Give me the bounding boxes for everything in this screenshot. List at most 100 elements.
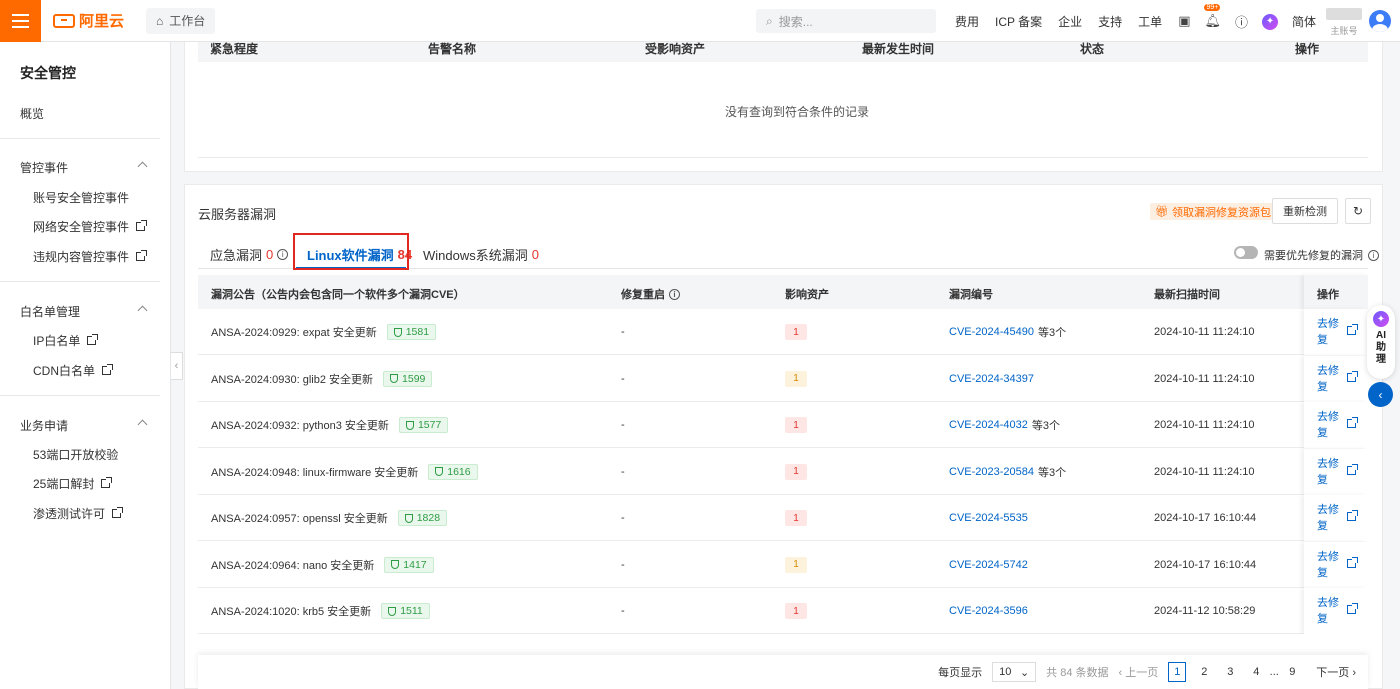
- next-page-button[interactable]: 下一页 ›: [1316, 664, 1356, 680]
- priority-toggle-label: 需要优先修复的漏洞 i: [1264, 247, 1379, 263]
- tab-windows-vuln[interactable]: Windows系统漏洞 0: [423, 245, 539, 264]
- notice-text[interactable]: ANSA-2024:0930: glib2 安全更新: [211, 371, 373, 387]
- nav-link-enterprise[interactable]: 企业: [1058, 13, 1082, 30]
- col-action: 操作: [1295, 42, 1320, 56]
- menu-icon[interactable]: [0, 0, 41, 42]
- asset-count-badge[interactable]: 1: [785, 417, 807, 433]
- cve-link[interactable]: CVE-2023-20584: [949, 466, 1034, 478]
- sidebar-group-whitelist[interactable]: 白名单管理: [20, 303, 150, 320]
- notice-text[interactable]: ANSA-2024:0964: nano 安全更新: [211, 557, 374, 573]
- help-icon[interactable]: ⓘ: [1235, 12, 1248, 31]
- sidebar-item-pentest[interactable]: 渗透测试许可: [33, 505, 124, 522]
- notice-text[interactable]: ANSA-2024:1020: krb5 安全更新: [211, 603, 371, 619]
- cve-link[interactable]: CVE-2024-5535: [949, 512, 1028, 524]
- notice-text[interactable]: ANSA-2024:0932: python3 安全更新: [211, 417, 389, 433]
- cve-link[interactable]: CVE-2024-5742: [949, 559, 1028, 571]
- sidebar-item-account-events[interactable]: 账号安全管控事件: [33, 189, 129, 206]
- priority-toggle[interactable]: [1234, 246, 1258, 259]
- page-ellipsis[interactable]: ...: [1266, 666, 1282, 678]
- tab-emergency-vuln[interactable]: 应急漏洞 0 i: [210, 245, 289, 264]
- fix-link[interactable]: 去修复: [1317, 502, 1339, 534]
- info-icon[interactable]: i: [669, 288, 680, 300]
- sidebar-item-network-events[interactable]: 网络安全管控事件: [33, 218, 148, 235]
- external-link-icon[interactable]: [1347, 324, 1358, 335]
- notice-cell: ANSA-2024:0929: expat 安全更新 1581: [211, 309, 437, 355]
- sidebar-item-port25[interactable]: 25端口解封: [33, 475, 113, 492]
- fix-link[interactable]: 去修复: [1317, 456, 1339, 488]
- chevron-left-icon: ‹: [1378, 387, 1383, 402]
- sidebar-item-cdn-whitelist[interactable]: CDN白名单: [33, 362, 113, 379]
- shield-icon: [435, 467, 444, 476]
- sidebar: 安全管控 概览 管控事件 账号安全管控事件 网络安全管控事件 违规内容管控事件 …: [0, 42, 171, 689]
- recheck-button[interactable]: 重新检测: [1272, 198, 1338, 224]
- sidebar-item-port53[interactable]: 53端口开放校验: [33, 446, 118, 463]
- terminal-icon[interactable]: ▣: [1178, 13, 1190, 29]
- cve-more[interactable]: 等3个: [1032, 417, 1060, 433]
- info-icon[interactable]: i: [1368, 249, 1379, 261]
- ai-collapse-button[interactable]: ‹: [1368, 382, 1393, 407]
- nav-link-ticket[interactable]: 工单: [1138, 13, 1162, 30]
- asset-count-badge[interactable]: 1: [785, 463, 807, 480]
- ai-star-icon[interactable]: ✦: [1262, 12, 1279, 30]
- cve-link[interactable]: CVE-2024-4032: [949, 419, 1028, 431]
- action-cell: 去修复: [1304, 309, 1368, 355]
- asset-count-badge[interactable]: 1: [785, 324, 807, 340]
- notice-text[interactable]: ANSA-2024:0929: expat 安全更新: [211, 324, 377, 340]
- ai-assistant-float[interactable]: ✦ AI助理: [1367, 305, 1395, 379]
- nav-link-support[interactable]: 支持: [1098, 13, 1122, 30]
- page-size-select[interactable]: 10 ⌄: [992, 662, 1037, 682]
- page-1[interactable]: 1: [1168, 662, 1187, 682]
- sidebar-item-overview[interactable]: 概览: [20, 105, 44, 122]
- refresh-button[interactable]: ↻: [1345, 198, 1371, 224]
- external-link-icon[interactable]: [1347, 417, 1358, 428]
- notice-text[interactable]: ANSA-2024:0948: linux-firmware 安全更新: [211, 464, 418, 480]
- page-3[interactable]: 3: [1222, 666, 1238, 678]
- cve-link[interactable]: CVE-2024-3596: [949, 605, 1028, 617]
- restart-cell: -: [621, 558, 625, 571]
- fix-link[interactable]: 去修复: [1317, 409, 1339, 441]
- external-link-icon[interactable]: [1347, 463, 1358, 475]
- workbench-button[interactable]: ⌂ 工作台: [146, 7, 216, 34]
- cve-more[interactable]: 等3个: [1038, 324, 1066, 340]
- cve-more[interactable]: 等3个: [1038, 464, 1066, 480]
- notice-text[interactable]: ANSA-2024:0957: openssl 安全更新: [211, 510, 388, 526]
- sidebar-collapse-toggle[interactable]: ‹: [171, 352, 183, 380]
- asset-count-badge[interactable]: 1: [785, 370, 807, 387]
- avatar[interactable]: [1369, 10, 1391, 32]
- col-alert-name: 告警名称: [428, 42, 477, 56]
- external-link-icon[interactable]: [1347, 370, 1358, 382]
- info-icon[interactable]: i: [277, 249, 289, 260]
- cve-link[interactable]: CVE-2024-34397: [949, 373, 1034, 385]
- promo-link[interactable]: 🎁︎ 领取漏洞修复资源包: [1150, 203, 1276, 220]
- external-link-icon[interactable]: [1347, 603, 1358, 614]
- sidebar-group-events[interactable]: 管控事件: [20, 159, 150, 176]
- language-switch[interactable]: 简体: [1292, 13, 1316, 30]
- brand-logo[interactable]: 阿里云: [53, 10, 124, 31]
- nav-link-fee[interactable]: 费用: [955, 13, 979, 30]
- bell-icon[interactable]: 🔔︎ 99+: [1204, 4, 1221, 29]
- cve-cell: CVE-2024-45490 等3个: [949, 309, 1066, 355]
- sidebar-item-content-events[interactable]: 违规内容管控事件: [33, 248, 148, 265]
- asset-count-badge[interactable]: 1: [785, 510, 807, 526]
- fix-link[interactable]: 去修复: [1317, 363, 1339, 395]
- search-input[interactable]: ⌕ 搜索...: [756, 9, 936, 33]
- prev-page-button[interactable]: ‹ 上一页: [1119, 664, 1159, 680]
- external-link-icon[interactable]: [1347, 556, 1358, 568]
- cve-link[interactable]: CVE-2024-45490: [949, 326, 1034, 338]
- page-2[interactable]: 2: [1196, 666, 1212, 678]
- account-info[interactable]: 主账号: [1322, 6, 1366, 37]
- page-4[interactable]: 4: [1248, 666, 1264, 678]
- external-link-icon[interactable]: [1347, 510, 1358, 521]
- nav-link-icp[interactable]: ICP 备案: [995, 13, 1042, 30]
- asset-count-badge[interactable]: 1: [785, 556, 807, 573]
- divider: [198, 157, 1368, 158]
- page-9[interactable]: 9: [1284, 666, 1300, 678]
- sidebar-item-ip-whitelist[interactable]: IP白名单: [33, 332, 99, 349]
- fix-link[interactable]: 去修复: [1317, 316, 1339, 348]
- asset-count-badge[interactable]: 1: [785, 603, 807, 619]
- fix-link[interactable]: 去修复: [1317, 549, 1339, 581]
- group-label: 白名单管理: [20, 305, 81, 319]
- fix-link[interactable]: 去修复: [1317, 595, 1339, 627]
- group-label: 业务申请: [20, 419, 69, 433]
- sidebar-group-requests[interactable]: 业务申请: [20, 417, 150, 434]
